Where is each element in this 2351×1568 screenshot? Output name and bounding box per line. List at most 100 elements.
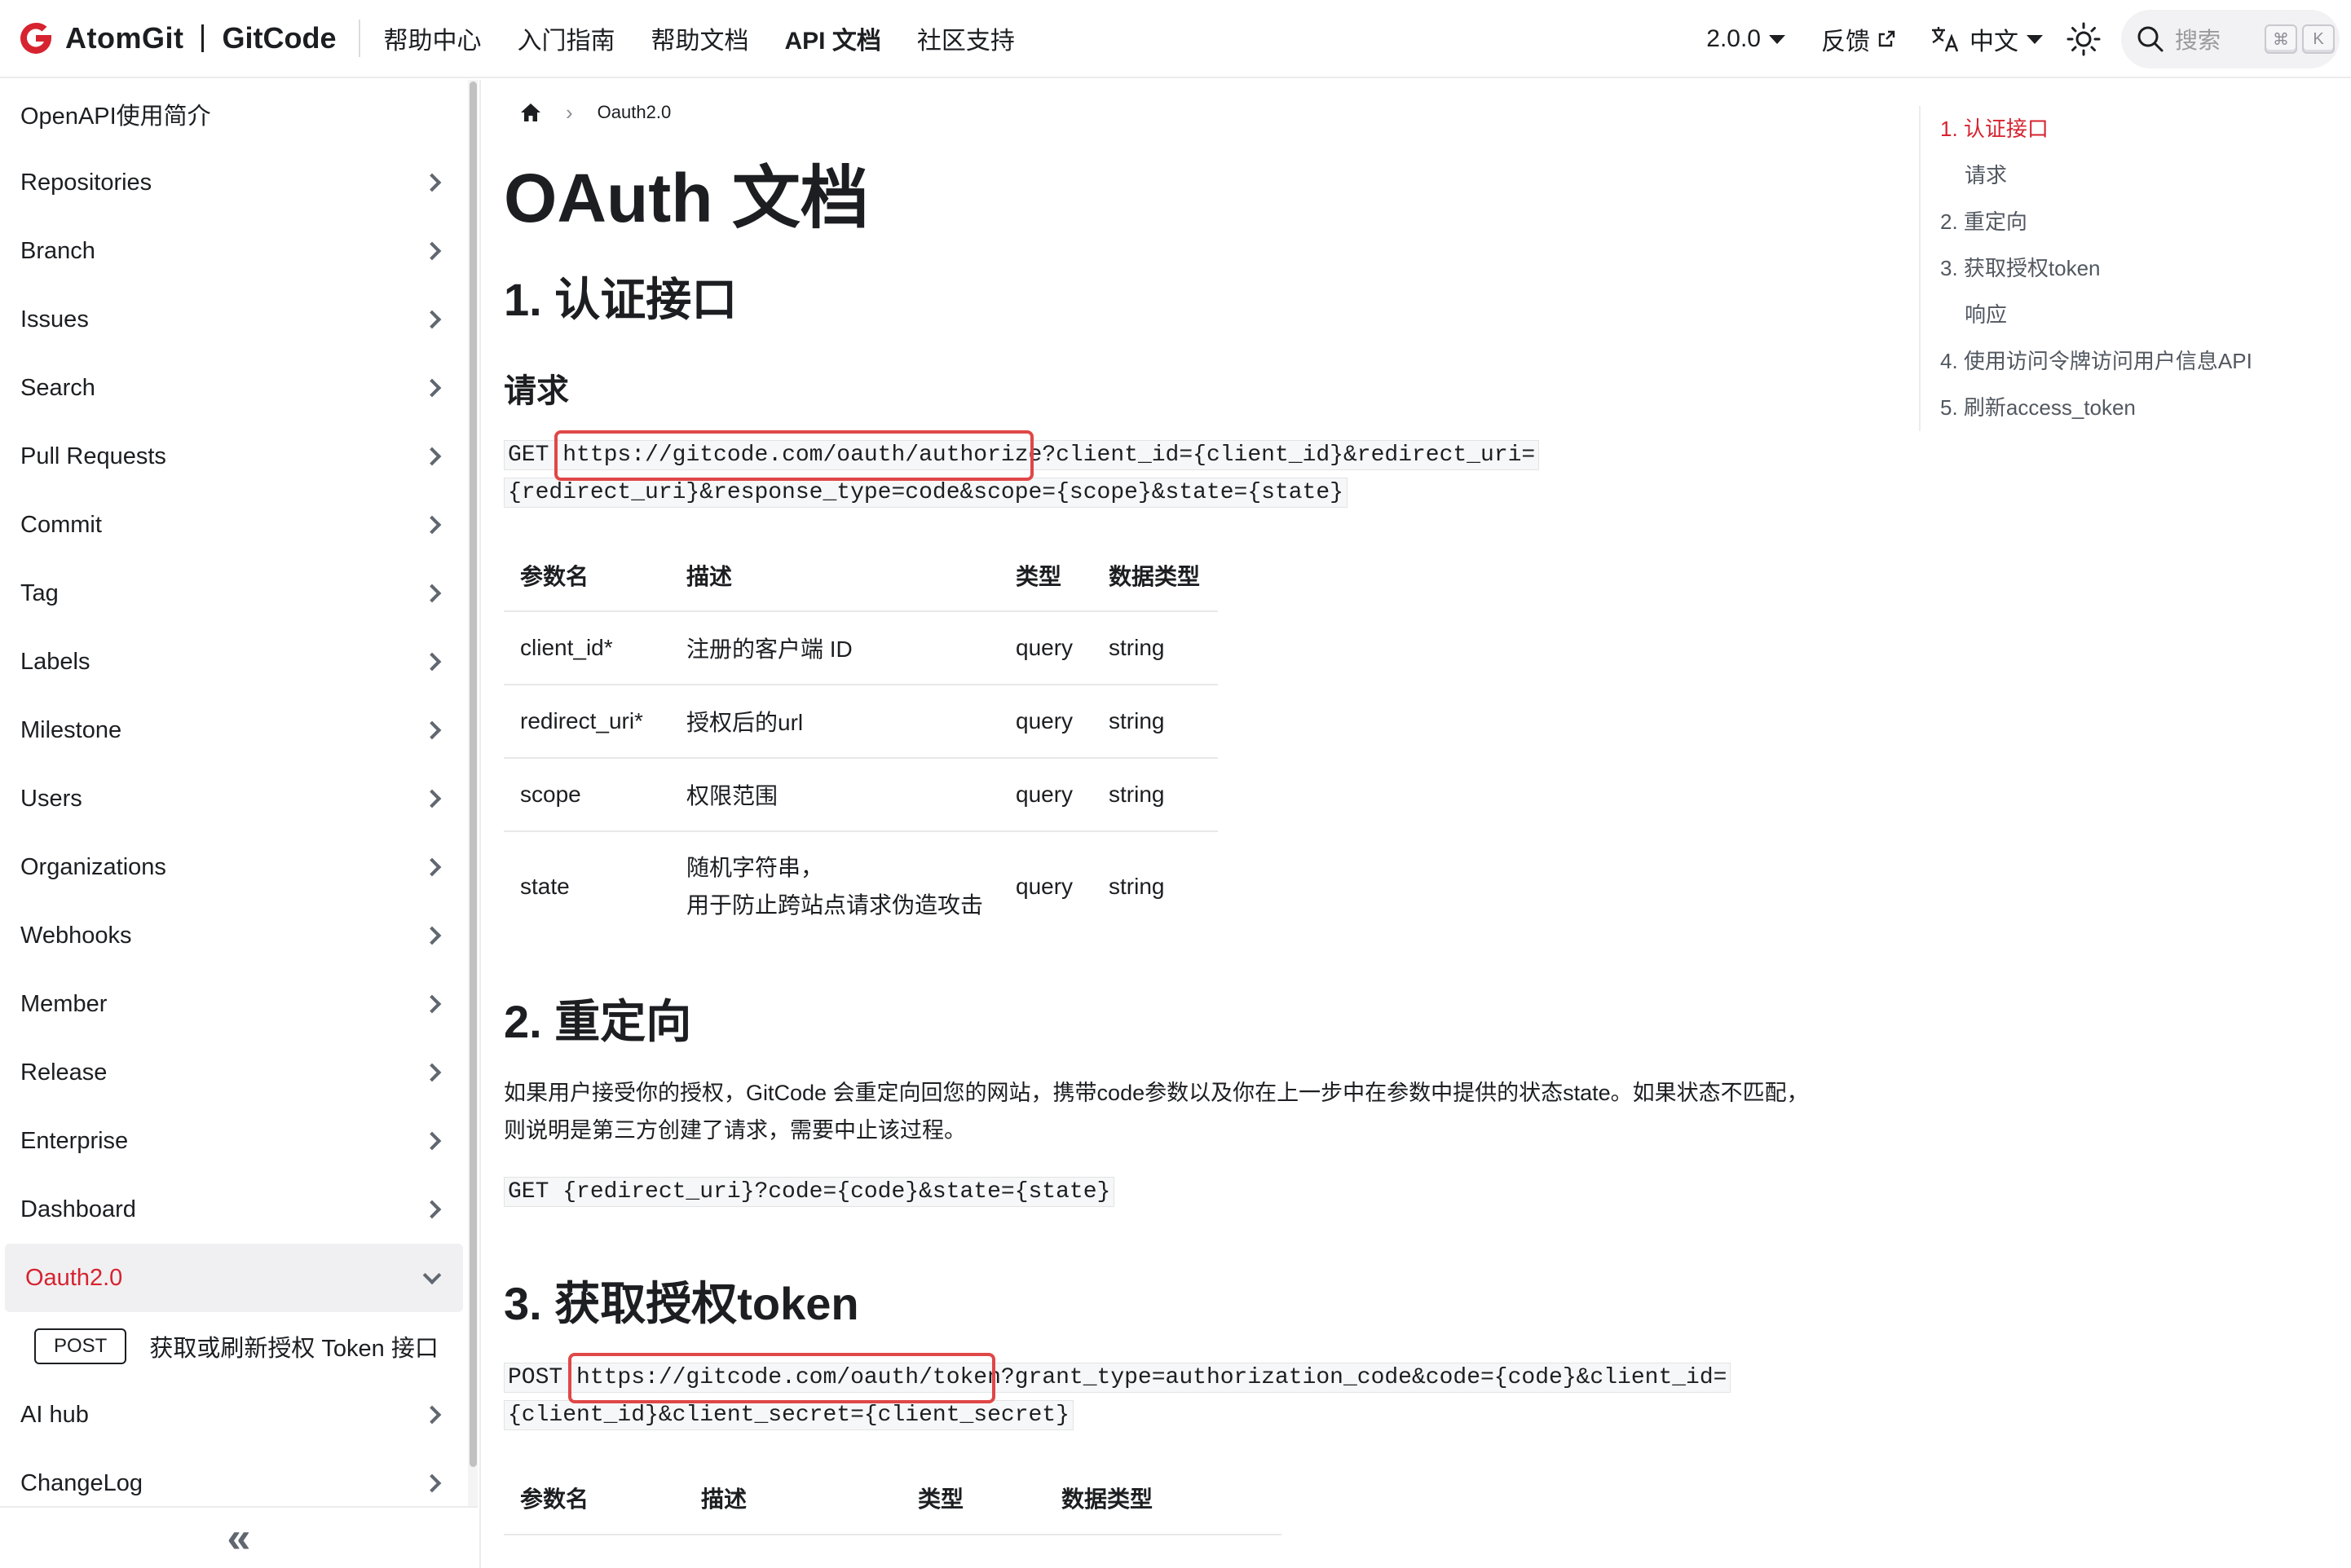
sidebar-item-openapi-intro[interactable]: OpenAPI使用简介 — [0, 80, 468, 148]
chevron-down-icon — [1769, 34, 1785, 44]
chevron-right-icon — [422, 1473, 442, 1493]
version-label: 2.0.0 — [1706, 25, 1761, 52]
atomgit-logo-icon — [20, 22, 51, 54]
table-row: scope 权限范围 query string — [504, 757, 1218, 831]
chevron-right-icon — [422, 1063, 442, 1082]
toc-item[interactable]: 4. 使用访问令牌访问用户信息API — [1940, 338, 2335, 385]
sidebar-item-label: Labels — [20, 648, 90, 675]
subsection-heading: 请求 — [504, 373, 569, 409]
kbd-k: K — [2302, 24, 2335, 54]
toc-item[interactable]: 请求 — [1940, 152, 2335, 199]
chevron-right-icon — [422, 1131, 442, 1151]
toc-item[interactable]: 1. 认证接口 — [1940, 106, 2335, 152]
sidebar-item-label: ChangeLog — [20, 1469, 143, 1496]
version-dropdown[interactable]: 2.0.0 — [1706, 25, 1785, 53]
language-dropdown[interactable]: 中文 — [1930, 21, 2043, 57]
sidebar-item[interactable]: Milestone — [0, 696, 468, 764]
query-string: ?grant_type=authorization_code&code={cod… — [1000, 1365, 1727, 1390]
sidebar-footer: « — [0, 1506, 478, 1568]
sidebar-item[interactable]: Enterprise — [0, 1107, 468, 1175]
table-cell: state — [504, 830, 670, 940]
home-icon[interactable] — [520, 103, 541, 122]
table-cell: string — [1092, 610, 1218, 685]
table-header: 参数名 — [520, 563, 589, 589]
paragraph-line: 则说明是第三方创建了请求，需要中止该过程。 — [504, 1118, 966, 1143]
chevron-down-icon — [2027, 34, 2043, 44]
sidebar-subitem-token[interactable]: POST 获取或刷新授权 Token 接口 — [0, 1312, 468, 1381]
paragraph-line: 如果用户接受你的授权，GitCode 会重定向回您的网站，携带code参数以及你… — [504, 1081, 1809, 1105]
sidebar-item[interactable]: Release — [0, 1038, 468, 1107]
code-block: GET {redirect_uri}?code={code}&state={st… — [504, 1174, 1873, 1211]
sidebar-item[interactable]: Search — [0, 354, 468, 422]
sidebar-item-label: Tag — [20, 579, 59, 606]
table-cell: query — [999, 684, 1092, 758]
table-row: client_id* 注册的客户端 ID query string — [504, 610, 1218, 685]
nav-community[interactable]: 社区支持 — [917, 20, 1015, 56]
sidebar-item[interactable]: Branch — [0, 217, 468, 285]
language-label: 中文 — [1969, 29, 2018, 55]
page-title: OAuth 文档 — [504, 160, 869, 236]
chevron-right-icon — [422, 1200, 442, 1219]
sidebar-item[interactable]: Webhooks — [0, 901, 468, 970]
section-heading: 2. 重定向 — [504, 996, 692, 1047]
sidebar-item[interactable]: Commit — [0, 491, 468, 559]
highlight-box — [554, 430, 1034, 481]
brand-logo[interactable]: AtomGit GitCode — [0, 0, 336, 77]
sidebar-item[interactable]: AI hub — [0, 1381, 468, 1449]
table-cell: client_id* — [504, 610, 670, 685]
search-placeholder: 搜索 — [2175, 28, 2221, 53]
sidebar-item-oauth[interactable]: Oauth2.0 — [5, 1244, 463, 1312]
table-cell: 权限范围 — [670, 757, 999, 831]
table-cell: string — [1092, 684, 1218, 758]
feedback-link[interactable]: 反馈 — [1821, 21, 1896, 57]
nav-help-center[interactable]: 帮助中心 — [383, 20, 481, 56]
sidebar-item[interactable]: Users — [0, 764, 468, 833]
sidebar-item-label: Pull Requests — [20, 443, 166, 469]
sidebar-scrollbar-thumb[interactable] — [470, 81, 477, 1467]
search-icon — [2137, 26, 2164, 52]
table-of-contents: 1. 认证接口 请求 2. 重定向 3. 获取授权token 响应 4. 使用访问令牌访问… — [1919, 106, 2335, 431]
collapse-sidebar-icon[interactable]: « — [227, 1517, 251, 1559]
section-heading: 1. 认证接口 — [504, 274, 738, 325]
sidebar-item[interactable]: ChangeLog — [0, 1449, 468, 1506]
chevron-right-icon — [422, 310, 442, 329]
highlight-box — [568, 1353, 996, 1403]
sidebar-item[interactable]: Labels — [0, 628, 468, 696]
sidebar-item[interactable]: Tag — [0, 559, 468, 628]
chevron-right-icon — [422, 720, 442, 740]
toc-item[interactable]: 2. 重定向 — [1940, 199, 2335, 245]
chevron-right-icon — [422, 515, 442, 535]
sidebar-item[interactable]: Repositories — [0, 148, 468, 217]
sidebar-item[interactable]: Issues — [0, 285, 468, 354]
sidebar-item-label: Organizations — [20, 853, 166, 880]
chevron-right-icon — [422, 378, 442, 398]
toc-item[interactable]: 响应 — [1940, 292, 2335, 338]
toc-item[interactable]: 5. 刷新access_token — [1940, 385, 2335, 431]
breadcrumb: › Oauth2.0 — [504, 80, 1873, 145]
nav-getting-started[interactable]: 入门指南 — [517, 20, 615, 56]
translate-icon — [1932, 27, 1959, 52]
sidebar-item[interactable]: Member — [0, 970, 468, 1038]
search-button[interactable]: 搜索 ⌘ K — [2121, 10, 2340, 68]
chevron-right-icon — [422, 173, 442, 192]
sidebar-item-label: Enterprise — [20, 1127, 129, 1154]
sidebar-item-label: Member — [20, 990, 108, 1017]
sidebar-item-label: Dashboard — [20, 1196, 136, 1222]
sidebar-item[interactable]: Dashboard — [0, 1175, 468, 1244]
query-string-cont: {client_id}&client_secret={client_secret… — [508, 1403, 1070, 1428]
chevron-right-icon — [422, 994, 442, 1014]
sidebar-item-label: Users — [20, 785, 82, 812]
table-cell: query — [999, 610, 1092, 685]
kbd-cmd: ⌘ — [2265, 24, 2297, 54]
table-cell: string — [1092, 830, 1218, 940]
theme-toggle-sun-icon[interactable] — [2066, 21, 2102, 57]
nav-api-docs[interactable]: API 文档 — [784, 20, 880, 56]
chevron-right-icon — [422, 789, 442, 808]
nav-help-docs[interactable]: 帮助文档 — [651, 20, 748, 56]
toc-item[interactable]: 3. 获取授权token — [1940, 245, 2335, 292]
brand-divider — [201, 24, 205, 52]
chevron-right-icon — [422, 584, 442, 603]
table-header: 数据类型 — [1109, 563, 1201, 589]
sidebar-item[interactable]: Organizations — [0, 833, 468, 901]
sidebar-item[interactable]: Pull Requests — [0, 422, 468, 491]
